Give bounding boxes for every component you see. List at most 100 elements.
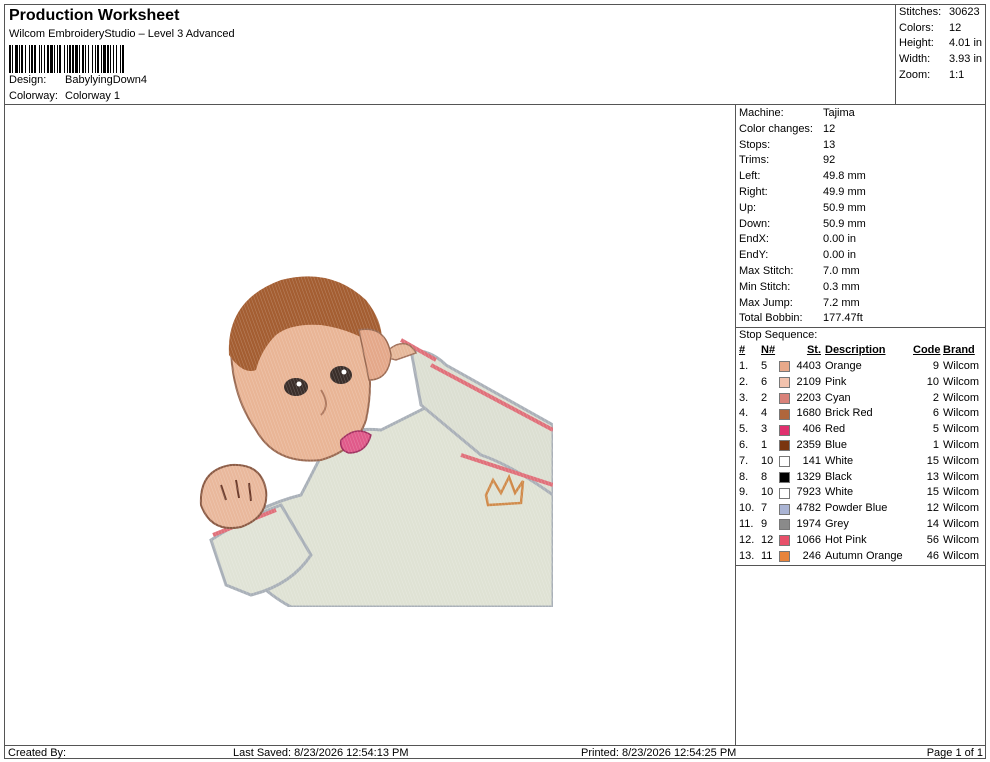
summary-value: 12 [949, 21, 962, 34]
colorway-row: Colorway: Colorway 1 [9, 90, 120, 102]
row-brand: Wilcom [943, 486, 980, 499]
row-stitches: 4403 [796, 359, 821, 372]
summary-value: 4.01 in [949, 37, 983, 50]
row-num: 4. [739, 407, 749, 420]
row-stitches: 406 [802, 423, 821, 436]
row-needle: 4 [761, 407, 768, 420]
row-stitches: 2203 [796, 391, 821, 404]
row-num: 10. [739, 502, 755, 515]
summary-row: Height: 4.01 in [896, 36, 986, 52]
color-swatch [779, 535, 790, 547]
design-value: BabylyingDown4 [65, 74, 147, 86]
row-description: Black [825, 470, 852, 483]
row-needle: 3 [761, 423, 768, 436]
color-swatch [779, 519, 790, 531]
col-stitches: St. [806, 344, 821, 357]
col-brand: Brand [943, 344, 975, 357]
row-num: 3. [739, 391, 749, 404]
row-stitches: 2359 [796, 438, 821, 451]
row-stitches: 141 [802, 454, 821, 467]
row-code: 15 [926, 486, 939, 499]
spec-row: Max Jump: 7.2 mm [739, 296, 986, 312]
created-by: Created By: [8, 747, 67, 759]
table-row: 9. 10 7923 White 15 Wilcom [739, 485, 986, 501]
row-needle: 10 [761, 486, 774, 499]
spec-value: 92 [823, 154, 836, 167]
worksheet-footer: Created By: Last Saved: 8/23/2026 12:54:… [5, 745, 986, 759]
spec-value: 0.00 in [823, 233, 857, 246]
row-needle: 7 [761, 502, 768, 515]
table-row: 12. 12 1066 Hot Pink 56 Wilcom [739, 533, 986, 549]
summary-key: Width: [899, 53, 931, 66]
spec-key: Total Bobbin: [739, 312, 803, 325]
row-code: 46 [926, 549, 939, 562]
color-swatch [779, 408, 790, 420]
row-description: Orange [825, 359, 862, 372]
stop-sequence-label: Stop Sequence: [736, 327, 986, 343]
row-brand: Wilcom [943, 438, 980, 451]
page-title: Production Worksheet [9, 7, 180, 24]
summary-key: Colors: [899, 21, 934, 34]
table-row: 7. 10 141 White 15 Wilcom [739, 454, 986, 470]
spec-key: Trims: [739, 154, 770, 167]
spec-value: 0.00 in [823, 249, 857, 262]
row-num: 11. [739, 517, 754, 530]
machine-specs: Machine: Tajima Color changes: 12 Stops: 13 Tr… [736, 105, 986, 327]
row-stitches: 1329 [796, 470, 821, 483]
row-num: 6. [739, 438, 749, 451]
row-needle: 5 [761, 359, 768, 372]
row-description: Hot Pink [825, 533, 867, 546]
row-brand: Wilcom [943, 407, 980, 420]
summary-key: Zoom: [899, 68, 931, 81]
spec-row: Machine: Tajima [739, 106, 986, 122]
spec-key: Max Stitch: [739, 264, 794, 277]
colorway-label: Colorway: [9, 90, 58, 102]
summary-key: Stitches: [899, 6, 942, 18]
row-stitches: 4782 [796, 502, 821, 515]
spec-value: 13 [823, 138, 836, 151]
col-description: Description [825, 344, 886, 357]
row-stitches: 1974 [796, 517, 821, 530]
row-brand: Wilcom [943, 517, 980, 530]
row-code: 5 [932, 423, 939, 436]
row-stitches: 246 [802, 549, 821, 562]
divider [736, 564, 986, 567]
row-description: Blue [825, 438, 848, 451]
table-row: 13. 11 246 Autumn Orange 46 Wilcom [739, 549, 986, 565]
table-row: 4. 4 1680 Brick Red 6 Wilcom [739, 406, 986, 422]
table-row: 5. 3 406 Red 5 Wilcom [739, 422, 986, 438]
row-brand: Wilcom [943, 549, 980, 562]
spec-key: Left: [739, 170, 761, 183]
row-description: White [825, 454, 854, 467]
row-description: Autumn Orange [825, 549, 903, 562]
color-swatch [779, 392, 790, 404]
spec-value: 49.9 mm [823, 185, 866, 198]
software-subtitle: Wilcom EmbroideryStudio – Level 3 Advanc… [9, 28, 235, 40]
row-needle: 6 [761, 375, 768, 388]
stop-table-header: # N# St. Description Code Brand [739, 343, 986, 359]
worksheet-header: Production Worksheet Wilcom EmbroiderySt… [5, 5, 895, 105]
color-swatch [779, 550, 790, 562]
color-swatch [779, 503, 790, 515]
summary-key: Height: [899, 37, 934, 50]
spec-row: EndY: 0.00 in [739, 248, 986, 264]
row-stitches: 1680 [796, 407, 821, 420]
embroidery-design-image [181, 255, 553, 607]
row-code: 15 [926, 454, 939, 467]
spec-row: Min Stitch: 0.3 mm [739, 280, 986, 296]
row-brand: Wilcom [943, 359, 980, 372]
row-brand: Wilcom [943, 391, 980, 404]
row-brand: Wilcom [943, 470, 980, 483]
row-description: Brick Red [825, 407, 873, 420]
row-description: Powder Blue [825, 502, 888, 515]
page-number: Page 1 of 1 [926, 747, 983, 759]
summary-box: Stitches: 30623 Colors: 12 Height: 4.01 in Wid… [895, 5, 986, 105]
spec-key: Machine: [739, 107, 784, 119]
row-stitches: 7923 [796, 486, 821, 499]
color-swatch [779, 440, 790, 452]
row-needle: 12 [761, 533, 774, 546]
spec-row: Total Bobbin: 177.47ft [739, 311, 986, 327]
col-needle: N# [761, 344, 776, 357]
row-code: 2 [932, 391, 939, 404]
spec-row: Trims: 92 [739, 153, 986, 169]
